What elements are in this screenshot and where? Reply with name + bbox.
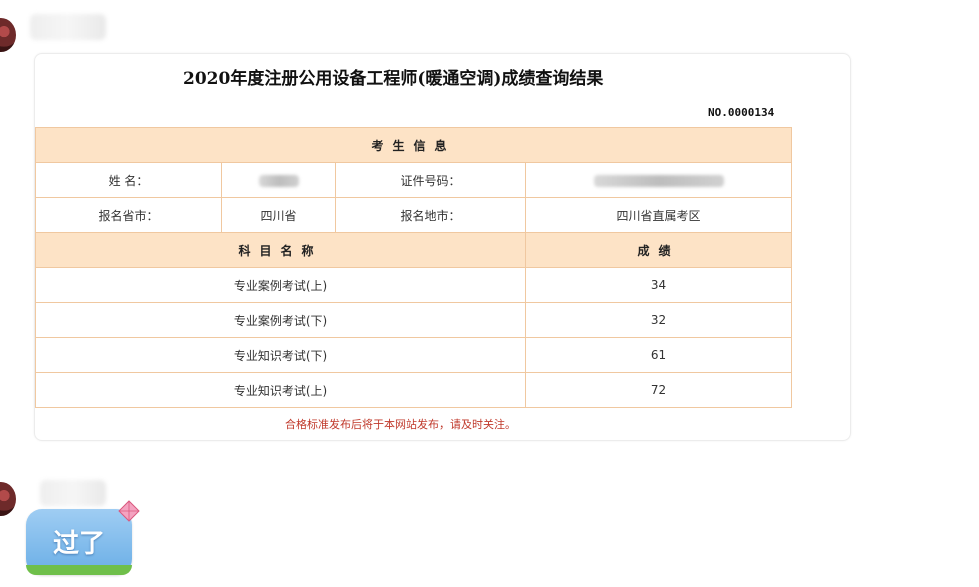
score-cell: 61: [524, 337, 793, 373]
subject-cell: 专业知识考试(下): [35, 337, 526, 373]
score-cell: 72: [524, 372, 793, 408]
location-label: 报名地市：: [335, 197, 526, 233]
name-label: 姓 名：: [35, 162, 222, 198]
name-value-redacted: [221, 162, 336, 198]
id-number-value-redacted: [524, 162, 793, 198]
score-header: 成绩: [524, 232, 793, 268]
score-table: 考生信息 姓 名： 证件号码： 报名省市： 四川省 报名地市： 四川省直属考区 …: [34, 127, 793, 408]
serial-number: NO.0000134: [708, 106, 775, 119]
table-row: 报名省市： 四川省 报名地市： 四川省直属考区: [35, 197, 793, 233]
table-row: 专业案例考试(上) 34: [35, 267, 793, 303]
province-value: 四川省: [221, 197, 336, 233]
sender-name-redacted: [30, 14, 106, 40]
sticker-text: 过了: [52, 529, 105, 559]
table-row: 考生信息: [34, 127, 793, 163]
sender-avatar[interactable]: [0, 18, 16, 52]
sender-name-redacted: [40, 480, 106, 506]
result-title: 2020年度注册公用设备工程师(暖通空调)成绩查询结果: [183, 69, 604, 89]
sender-avatar[interactable]: [0, 482, 16, 516]
score-cell: 34: [524, 267, 793, 303]
score-cell: 32: [524, 302, 793, 338]
candidate-info-header: 考生信息: [34, 127, 793, 163]
table-row: 科目名称 成绩: [35, 232, 793, 268]
sticker-message[interactable]: 过了: [26, 509, 132, 575]
subject-header: 科目名称: [35, 232, 526, 268]
score-result-image[interactable]: 2020年度注册公用设备工程师(暖通空调)成绩查询结果 NO.0000134 考…: [34, 53, 851, 441]
table-row: 姓 名： 证件号码：: [35, 162, 793, 198]
table-row: 专业知识考试(下) 61: [35, 337, 793, 373]
location-value: 四川省直属考区: [524, 197, 793, 233]
qualification-notice: 合格标准发布后将于本网站发布，请及时关注。: [285, 418, 516, 431]
id-number-label: 证件号码：: [335, 162, 526, 198]
kite-icon: [118, 500, 140, 522]
subject-cell: 专业知识考试(上): [35, 372, 526, 408]
subject-cell: 专业案例考试(上): [35, 267, 526, 303]
table-row: 专业知识考试(上) 72: [35, 372, 793, 408]
sticker-grass: [26, 565, 132, 575]
province-label: 报名省市：: [35, 197, 222, 233]
table-row: 专业案例考试(下) 32: [35, 302, 793, 338]
subject-cell: 专业案例考试(下): [35, 302, 526, 338]
